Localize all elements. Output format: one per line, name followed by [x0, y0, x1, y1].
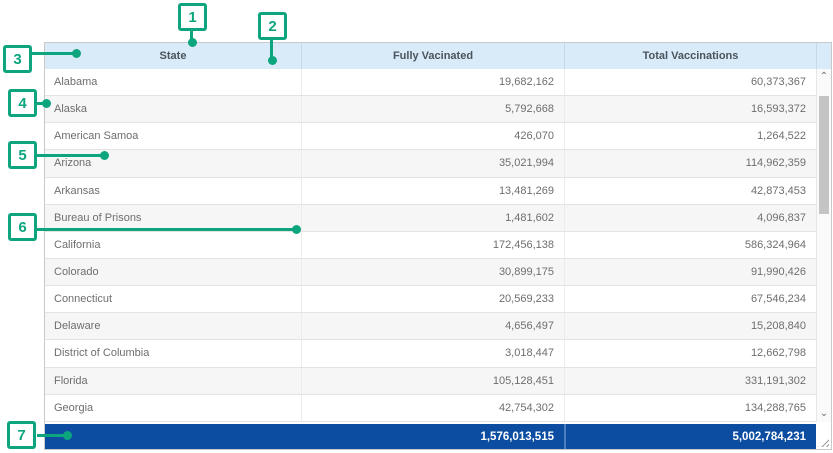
callout-3: 3	[3, 45, 32, 73]
table-row: Delaware4,656,49715,208,840	[45, 313, 816, 340]
callout-4: 4	[8, 89, 37, 117]
cell-total-vaccinations: 15,208,840	[564, 313, 816, 339]
callout-7: 7	[7, 421, 36, 449]
callout-5-dot	[100, 151, 109, 160]
callout-6-dot	[292, 225, 301, 234]
cell-state: Connecticut	[45, 286, 301, 312]
cell-state: California	[45, 232, 301, 258]
resize-corner-icon	[821, 439, 829, 447]
cell-fully-vaccinated: 19,682,162	[301, 69, 564, 95]
scrollbar-thumb[interactable]	[819, 96, 829, 214]
scrollbar-track[interactable]	[817, 85, 831, 406]
cell-state: Delaware	[45, 313, 301, 339]
cell-fully-vaccinated: 35,021,994	[301, 150, 564, 176]
callout-7-dot	[63, 431, 72, 440]
table-row: Arizona35,021,994114,962,359	[45, 150, 816, 177]
cell-total-vaccinations: 114,962,359	[564, 150, 816, 176]
cell-fully-vaccinated: 105,128,451	[301, 368, 564, 394]
column-header-fully-vaccinated[interactable]: Fully Vacinated	[301, 43, 564, 69]
table-row: California172,456,138586,324,964	[45, 232, 816, 259]
scroll-up-button[interactable]: ⌃	[817, 69, 831, 85]
table-row: Florida105,128,451331,191,302	[45, 368, 816, 395]
callout-7-line	[37, 434, 65, 437]
cell-total-vaccinations: 134,288,765	[564, 395, 816, 421]
cell-total-vaccinations: 4,096,837	[564, 205, 816, 231]
table-row: Alaska5,792,66816,593,372	[45, 96, 816, 123]
callout-2: 2	[258, 12, 287, 40]
cell-total-vaccinations: 42,873,453	[564, 178, 816, 204]
cell-fully-vaccinated: 13,481,269	[301, 178, 564, 204]
callout-5-line	[37, 154, 101, 157]
cell-fully-vaccinated: 3,018,447	[301, 340, 564, 366]
cell-total-vaccinations: 91,990,426	[564, 259, 816, 285]
callout-1: 1	[178, 3, 207, 31]
cell-total-vaccinations: 12,662,798	[564, 340, 816, 366]
cell-total-vaccinations: 60,373,367	[564, 69, 816, 95]
footer-corner	[816, 424, 831, 449]
table-row: Arkansas13,481,26942,873,453	[45, 178, 816, 205]
table-footer-row: 1,576,013,515 5,002,784,231	[45, 424, 831, 449]
cell-fully-vaccinated: 5,792,668	[301, 96, 564, 122]
cell-state: Georgia	[45, 395, 301, 421]
callout-4-dot	[42, 99, 51, 108]
cell-fully-vaccinated: 172,456,138	[301, 232, 564, 258]
cell-total-vaccinations: 1,264,522	[564, 123, 816, 149]
callout-6-line	[37, 228, 293, 231]
vertical-scrollbar[interactable]: ⌃ ⌄	[816, 69, 831, 422]
cell-total-vaccinations: 67,546,234	[564, 286, 816, 312]
cell-state: Alabama	[45, 69, 301, 95]
table-row: Connecticut20,569,23367,546,234	[45, 286, 816, 313]
table-row: Georgia42,754,302134,288,765	[45, 395, 816, 422]
cell-fully-vaccinated: 1,481,602	[301, 205, 564, 231]
cell-state: Bureau of Prisons	[45, 205, 301, 231]
callout-3-line	[32, 52, 73, 55]
vaccination-table: State Fully Vacinated Total Vaccinations…	[44, 42, 832, 450]
table-body-wrap: Alabama19,682,16260,373,367Alaska5,792,6…	[45, 69, 831, 422]
table-row: Colorado30,899,17591,990,426	[45, 259, 816, 286]
cell-state: American Samoa	[45, 123, 301, 149]
cell-fully-vaccinated: 30,899,175	[301, 259, 564, 285]
cell-state: Florida	[45, 368, 301, 394]
header-scrollbar-spacer	[816, 43, 831, 69]
callout-1-dot	[188, 38, 197, 47]
callout-6: 6	[8, 213, 37, 241]
page: State Fully Vacinated Total Vaccinations…	[0, 0, 833, 453]
cell-fully-vaccinated: 20,569,233	[301, 286, 564, 312]
table-row: American Samoa426,0701,264,522	[45, 123, 816, 150]
cell-total-vaccinations: 586,324,964	[564, 232, 816, 258]
callout-5: 5	[8, 141, 37, 169]
cell-fully-vaccinated: 426,070	[301, 123, 564, 149]
callout-3-dot	[72, 49, 81, 58]
table-body: Alabama19,682,16260,373,367Alaska5,792,6…	[45, 69, 816, 422]
cell-state: Arkansas	[45, 178, 301, 204]
cell-fully-vaccinated: 42,754,302	[301, 395, 564, 421]
cell-state: Colorado	[45, 259, 301, 285]
table-row: Alabama19,682,16260,373,367	[45, 69, 816, 96]
cell-state: District of Columbia	[45, 340, 301, 366]
table-header-row: State Fully Vacinated Total Vaccinations	[45, 43, 831, 69]
footer-total-vaccinations: 5,002,784,231	[564, 424, 816, 449]
scroll-down-button[interactable]: ⌄	[817, 406, 831, 422]
cell-total-vaccinations: 331,191,302	[564, 368, 816, 394]
cell-total-vaccinations: 16,593,372	[564, 96, 816, 122]
column-header-total-vaccinations[interactable]: Total Vaccinations	[564, 43, 816, 69]
column-header-state[interactable]: State	[45, 43, 301, 69]
callout-2-dot	[268, 56, 277, 65]
cell-state: Alaska	[45, 96, 301, 122]
table-row: District of Columbia3,018,44712,662,798	[45, 340, 816, 367]
footer-total-fully-vaccinated: 1,576,013,515	[45, 424, 564, 449]
cell-fully-vaccinated: 4,656,497	[301, 313, 564, 339]
